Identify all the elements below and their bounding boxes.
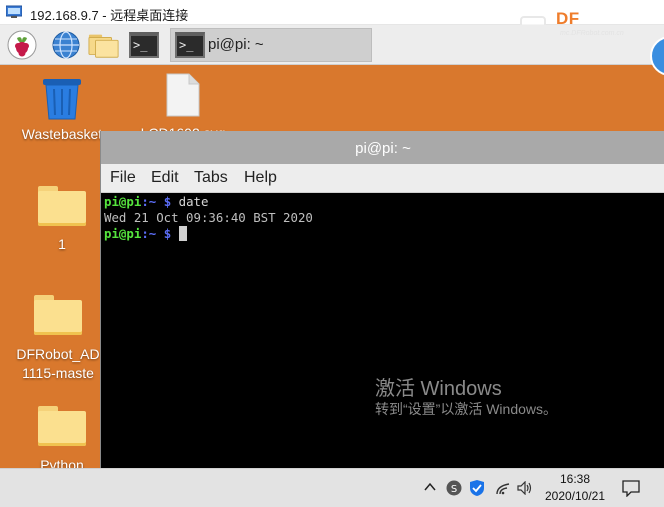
terminal-title-bar[interactable]: pi@pi: ~: [101, 131, 664, 164]
remote-desktop-icon: [6, 5, 22, 18]
text-cursor: [178, 226, 187, 241]
command-text: date: [178, 194, 209, 209]
menu-tabs-label: Tabs: [194, 169, 228, 186]
menu-file[interactable]: File: [110, 169, 136, 187]
terminal-output[interactable]: pi@pi:~ $ date Wed 21 Oct 09:36:40 BST 2…: [104, 194, 662, 468]
activate-windows-subtitle: 转到“设置”以激活 Windows。: [375, 401, 558, 417]
file-manager-button[interactable]: [88, 29, 120, 61]
desktop-icon-python[interactable]: Python: [12, 406, 112, 475]
prompt-path: :~: [141, 226, 157, 241]
folder-icon: [88, 34, 119, 58]
taskbar-item-terminal[interactable]: >_: [170, 28, 372, 62]
terminal-line: pi@pi:~ $: [104, 226, 662, 242]
menu-edit[interactable]: Edit: [151, 169, 179, 187]
terminal-line: pi@pi:~ $ date: [104, 194, 662, 210]
terminal-icon: >_: [129, 32, 159, 58]
df-url: mc.DFRobot.com.cn: [560, 30, 624, 37]
terminal-launcher-button[interactable]: >_: [128, 29, 160, 61]
clock-date[interactable]: 2020/10/21: [530, 489, 620, 503]
windows-taskbar: S 16:38 2020/10/21: [0, 468, 664, 507]
svg-text:S: S: [451, 484, 457, 495]
menu-help[interactable]: Help: [244, 169, 277, 187]
prompt-symbol: $: [156, 194, 179, 209]
folder-icon: [34, 295, 82, 335]
raspberry-icon: [7, 30, 37, 60]
clock-time[interactable]: 16:38: [530, 472, 620, 486]
prompt-user: pi@pi: [104, 194, 142, 209]
file-icon: [166, 73, 200, 117]
terminal-icon: >_: [175, 32, 205, 58]
desktop-icon-folder-1[interactable]: 1: [12, 186, 112, 254]
shield-icon[interactable]: [469, 479, 485, 497]
rdp-title: 192.168.9.7 - 远程桌面连接: [30, 8, 189, 23]
terminal-line: Wed 21 Oct 09:36:40 BST 2020: [104, 210, 662, 226]
terminal-title: pi@pi: ~: [355, 140, 411, 157]
trash-icon: [43, 79, 81, 120]
skype-icon[interactable]: S: [446, 480, 462, 496]
folder-icon: [38, 406, 86, 446]
desktop-icon-dfrobot-ad[interactable]: DFRobot_AD 1115-maste: [8, 295, 108, 383]
menu-tabs[interactable]: Tabs: [194, 169, 228, 187]
folder-icon: [38, 186, 86, 226]
raspberry-menu-button[interactable]: [6, 29, 38, 61]
prompt-user: pi@pi: [104, 226, 142, 241]
menu-file-label: File: [110, 169, 136, 186]
desktop-icon-label-line1: DFRobot_AD: [16, 346, 100, 362]
menu-edit-label: Edit: [151, 169, 179, 186]
notification-icon[interactable]: [622, 480, 640, 497]
wifi-icon[interactable]: [495, 481, 511, 495]
taskbar-item-label: pi@pi: ~: [208, 36, 264, 53]
desktop-icon-label-line2: 1115-maste: [22, 365, 94, 381]
globe-icon: [52, 31, 80, 59]
terminal-menu-bar: File Edit Tabs Help: [101, 164, 664, 193]
desktop-icon-label: 1: [58, 236, 66, 252]
chevron-up-icon[interactable]: [424, 482, 436, 492]
desktop-icon-wastebasket[interactable]: Wastebasket: [12, 77, 112, 144]
command-output: Wed 21 Oct 09:36:40 BST 2020: [104, 210, 313, 225]
prompt-path: :~: [141, 194, 157, 209]
menu-help-label: Help: [244, 169, 277, 186]
prompt-symbol: $: [156, 226, 179, 241]
activate-windows-title: 激活 Windows: [375, 378, 502, 400]
desktop-icon-label: Wastebasket: [21, 126, 103, 142]
web-browser-button[interactable]: [50, 29, 82, 61]
rdp-title-bar: 192.168.9.7 - 远程桌面连接 DF: [0, 0, 664, 38]
